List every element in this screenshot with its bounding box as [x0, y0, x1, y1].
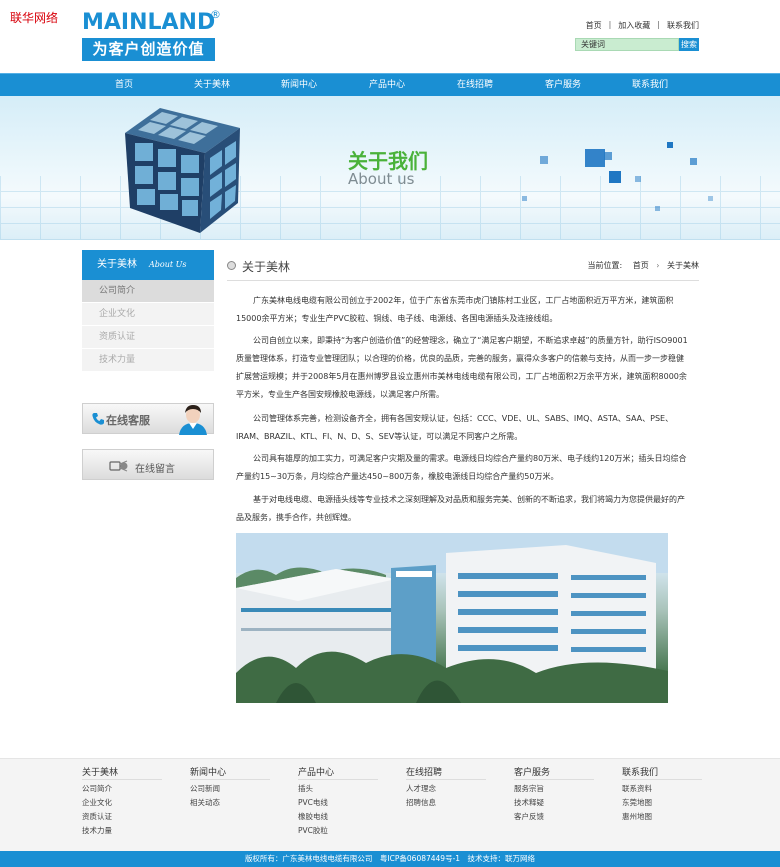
sidebar-header: 关于美林 About Us: [82, 250, 214, 280]
top-link-contact[interactable]: 联系我们: [667, 20, 699, 31]
footer-column-jobs: 在线招聘 人才理念 招聘信息: [406, 765, 486, 810]
copyright-bar: 版权所有：广东美林电线电缆有限公司 粤ICP备06087449号-1 技术支持：…: [0, 851, 780, 867]
watermark-text: 联华网络: [10, 11, 59, 25]
content-paragraph: 公司管理体系完善，检测设备齐全，拥有各国安规认证，包括：CCC、VDE、UL、S…: [236, 414, 674, 441]
sidebar-title-en: About Us: [149, 260, 187, 269]
nav-item-contact[interactable]: 联系我们: [615, 74, 685, 97]
footer-link[interactable]: PVC胶粒: [298, 824, 378, 838]
sidebar-item-certification[interactable]: 资质认证: [82, 326, 214, 348]
footer-link[interactable]: 公司新闻: [190, 782, 270, 796]
nav-item-jobs[interactable]: 在线招聘: [440, 74, 510, 97]
top-link-favorite[interactable]: 加入收藏: [618, 20, 650, 31]
footer-link[interactable]: 人才理念: [406, 782, 486, 796]
content-header: 关于美林 当前位置: 首页 › 关于美林: [227, 250, 699, 281]
footer-link[interactable]: 联系资料: [622, 782, 702, 796]
footer-link[interactable]: 东莞地图: [622, 796, 702, 810]
footer-column-title: 产品中心: [298, 765, 378, 780]
footer-link[interactable]: 服务宗旨: [514, 782, 594, 796]
banner-floating-squares: [522, 142, 713, 211]
footer-link[interactable]: 技术释疑: [514, 796, 594, 810]
search-button[interactable]: 搜索: [679, 38, 699, 51]
online-service-label: 在线客服: [106, 414, 150, 427]
footer-link[interactable]: 资质认证: [82, 810, 162, 824]
factory-photo: [236, 533, 668, 703]
content-paragraph: 公司具有雄厚的加工实力，可满足客户灾期及量的需求。电源线日均综合产量约80万米、…: [236, 454, 687, 481]
top-links: 首页 | 加入收藏 | 联系我们: [586, 20, 699, 31]
phone-icon: [92, 413, 104, 425]
title-bullet-icon: [227, 261, 236, 270]
footer-column-products: 产品中心 插头 PVC电线 橡胶电线 PVC胶粒: [298, 765, 378, 838]
footer-column-contact: 联系我们 联系资料 东莞地图 惠州地图: [622, 765, 702, 824]
search-input[interactable]: 关键词: [575, 38, 679, 51]
footer-link[interactable]: 橡胶电线: [298, 810, 378, 824]
footer-link[interactable]: 企业文化: [82, 796, 162, 810]
footer-column-title: 客户服务: [514, 765, 594, 780]
breadcrumb-home[interactable]: 首页: [633, 261, 649, 270]
breadcrumb-current: 关于美林: [667, 261, 699, 270]
footer-column-title: 联系我们: [622, 765, 702, 780]
site-logo[interactable]: MAINLAND ® 为客户创造价值: [82, 8, 222, 62]
content-paragraph: 基于对电线电缆、电源插头线等专业技术之深刻理解及对品质和服务完美、创新的不断追求…: [236, 495, 685, 522]
message-icon: [109, 460, 128, 472]
nav-item-about[interactable]: 关于美林: [177, 74, 247, 97]
nav-item-service[interactable]: 客户服务: [528, 74, 598, 97]
page-title: 关于美林: [242, 260, 291, 274]
logo-slogan: 为客户创造价值: [82, 38, 215, 61]
footer-link[interactable]: 客户反馈: [514, 810, 594, 824]
sidebar-title: 关于美林: [97, 259, 137, 270]
factory-photo-illustration: [236, 533, 668, 703]
footer-column-title: 关于美林: [82, 765, 162, 780]
footer-link[interactable]: 插头: [298, 782, 378, 796]
footer-link[interactable]: 公司简介: [82, 782, 162, 796]
banner-subtitle: About us: [348, 170, 415, 188]
nav-item-news[interactable]: 新闻中心: [264, 74, 334, 97]
footer-column-title: 新闻中心: [190, 765, 270, 780]
content-paragraph: 广东美林电线电缆有限公司创立于2002年，位于广东省东莞市虎门镇陈村工业区，工厂…: [236, 296, 674, 323]
footer-link[interactable]: 相关动态: [190, 796, 270, 810]
logo-registered-mark: ®: [210, 8, 221, 21]
nav-item-home[interactable]: 首页: [89, 74, 159, 97]
online-service-button[interactable]: 在线客服: [82, 403, 214, 435]
breadcrumb-label: 当前位置:: [587, 261, 623, 270]
top-link-home[interactable]: 首页: [586, 20, 602, 31]
footer-column-about: 关于美林 公司简介 企业文化 资质认证 技术力量: [82, 765, 162, 838]
footer-link[interactable]: 技术力量: [82, 824, 162, 838]
sidebar-item-technology[interactable]: 技术力量: [82, 349, 214, 371]
top-link-separator: |: [608, 20, 612, 29]
breadcrumb-chevron-icon: ›: [656, 261, 660, 270]
footer-column-service: 客户服务 服务宗旨 技术释疑 客户反馈: [514, 765, 594, 824]
top-link-separator: |: [657, 20, 660, 29]
footer-column-news: 新闻中心 公司新闻 相关动态: [190, 765, 270, 810]
content-paragraph: 公司自创立以来，即秉持“为客户创造价值”的经营理念，确立了“满足客户期望，不断追…: [236, 336, 688, 399]
footer-link[interactable]: 惠州地图: [622, 810, 702, 824]
logo-wordmark: MAINLAND: [82, 10, 216, 35]
sidebar-item-culture[interactable]: 企业文化: [82, 303, 214, 325]
footer-link[interactable]: 招聘信息: [406, 796, 486, 810]
banner-cube-image: [125, 108, 240, 233]
footer-column-title: 在线招聘: [406, 765, 486, 780]
online-message-button[interactable]: 在线留言: [82, 449, 214, 480]
online-message-label: 在线留言: [135, 464, 175, 475]
footer-link[interactable]: PVC电线: [298, 796, 378, 810]
main-nav: 首页 关于美林 新闻中心 产品中心 在线招聘 客户服务 联系我们: [0, 73, 780, 96]
breadcrumb: 当前位置: 首页 › 关于美林: [587, 260, 699, 271]
customer-service-avatar: [179, 405, 207, 435]
sidebar-item-profile[interactable]: 公司简介: [82, 280, 214, 302]
nav-item-products[interactable]: 产品中心: [352, 74, 422, 97]
